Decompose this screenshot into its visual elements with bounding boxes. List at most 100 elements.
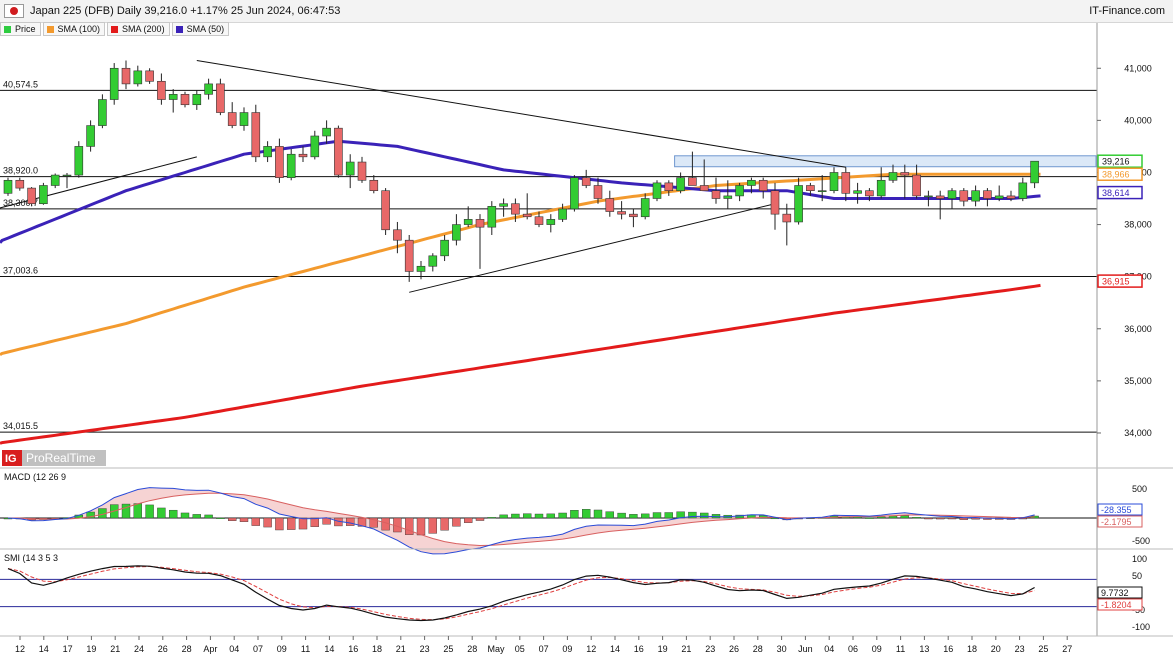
smi-tick-label: -100 <box>1132 622 1150 632</box>
macd-histogram-bar <box>570 510 579 519</box>
x-tick-label: 04 <box>824 644 834 654</box>
x-tick-label: 16 <box>348 644 358 654</box>
candle <box>770 182 780 230</box>
japan-flag-icon <box>4 4 24 18</box>
x-tick-label: 13 <box>919 644 929 654</box>
macd-histogram-bar <box>936 517 945 520</box>
macd-histogram-bar <box>15 517 25 520</box>
macd-histogram-bar <box>180 512 190 519</box>
candle <box>617 201 626 220</box>
macd-tick-label: -500 <box>1132 536 1150 546</box>
macd-histogram-bar <box>995 517 1004 520</box>
x-tick-label: 23 <box>420 644 430 654</box>
candle <box>3 177 13 196</box>
macd-histogram-bar <box>582 509 591 519</box>
macd-histogram-bar <box>534 513 544 519</box>
candle-body <box>499 203 508 207</box>
candle <box>546 214 556 233</box>
sma-200-line <box>0 283 1041 445</box>
smi-badge <box>1097 586 1143 599</box>
legend-sma-200[interactable]: SMA (200) <box>107 22 170 36</box>
price-badge-label: 38,966 <box>1102 170 1130 180</box>
candle-body <box>640 198 650 218</box>
macd-histogram-bar <box>157 507 166 519</box>
macd-histogram-bar <box>98 508 107 519</box>
candle <box>452 214 461 246</box>
macd-histogram-bar <box>912 516 921 519</box>
sma-100-line <box>0 172 1041 357</box>
candle-body <box>298 153 308 158</box>
x-tick-label: 09 <box>562 644 572 654</box>
candle-body <box>924 195 933 198</box>
candle-body <box>416 265 426 272</box>
macd-histogram-bar <box>287 517 296 530</box>
macd-histogram-bar <box>747 514 756 519</box>
candle <box>794 177 803 225</box>
candle-body <box>15 179 25 189</box>
level-label: 34,015.5 <box>3 421 38 431</box>
x-tick-label: 26 <box>158 644 168 654</box>
legend-price[interactable]: Price <box>0 22 41 36</box>
candle-body <box>39 185 48 205</box>
price-panel[interactable]: 40,574.5 38,920.0 38,300.7 37,003.6 34,015.5 <box>0 59 1097 445</box>
smi-panel[interactable]: SMI (14 3 5 3 <box>0 553 1097 622</box>
macd-histogram-bar <box>853 516 862 519</box>
x-tick-label: 14 <box>610 644 620 654</box>
candle <box>463 206 473 228</box>
candle-body <box>534 216 544 225</box>
macd-histogram-bar <box>558 512 567 519</box>
macd-histogram-bar <box>711 514 721 519</box>
candle-body <box>286 153 296 178</box>
level-label: 37,003.6 <box>3 265 38 275</box>
brand-label: IT-Finance.com <box>1089 5 1165 17</box>
macd-histogram-bar <box>3 517 13 520</box>
macd-histogram-bar <box>416 517 426 536</box>
macd-line <box>7 487 1035 555</box>
macd-histogram-bar <box>475 517 485 521</box>
macd-histogram-bar <box>204 514 213 519</box>
candle <box>664 180 674 196</box>
candle <box>499 198 508 217</box>
candle-body <box>617 211 626 215</box>
macd-histogram-bar <box>1006 517 1016 520</box>
candle-body <box>86 125 95 147</box>
x-tick-label: 14 <box>324 644 334 654</box>
candle <box>994 185 1004 202</box>
candle-body <box>428 255 438 267</box>
candle-body <box>522 213 532 218</box>
candle-body <box>1006 195 1016 199</box>
ig-logo-icon <box>2 450 22 466</box>
y-tick-label: 39,000 <box>1124 167 1152 177</box>
chart-title: Japan 225 (DFB) Daily 39,216.0 +1.17% 25… <box>30 5 341 17</box>
candle-body <box>62 174 72 177</box>
x-tick-label: 11 <box>896 644 905 654</box>
candle <box>1018 177 1028 202</box>
macd-badge-label: -28.355 <box>1101 505 1132 515</box>
candle-body <box>50 174 60 186</box>
candle-body <box>806 185 815 192</box>
candle-body <box>605 198 615 212</box>
candle <box>145 68 154 84</box>
smi-signal-line <box>7 565 1035 621</box>
macd-histogram-bar <box>168 509 178 519</box>
candle <box>676 172 685 194</box>
macd-histogram-bar <box>605 511 614 519</box>
macd-histogram-bar <box>464 517 473 523</box>
legend-sma-50[interactable]: SMA (50) <box>171 22 230 36</box>
watermark-bg <box>2 450 106 466</box>
macd-panel[interactable]: MACD (12 26 9 <box>0 472 1097 555</box>
candle <box>286 149 296 181</box>
macd-histogram-bar <box>86 511 95 519</box>
macd-histogram-bar <box>27 517 36 521</box>
legend-sma-100[interactable]: SMA (100) <box>42 22 106 36</box>
macd-histogram-bar <box>1018 517 1027 520</box>
macd-histogram-bar <box>546 513 555 519</box>
macd-histogram-bar <box>216 517 225 519</box>
macd-histogram-bar <box>405 517 414 535</box>
candle-body <box>475 219 485 228</box>
chart-canvas[interactable]: 40,574.5 38,920.0 38,300.7 37,003.6 34,015.5… <box>0 0 1173 660</box>
macd-histogram-bar <box>664 512 673 519</box>
macd-histogram-bar <box>947 517 957 520</box>
y-tick-label: 38,000 <box>1124 220 1152 230</box>
y-tick-label: 41,000 <box>1124 63 1152 73</box>
